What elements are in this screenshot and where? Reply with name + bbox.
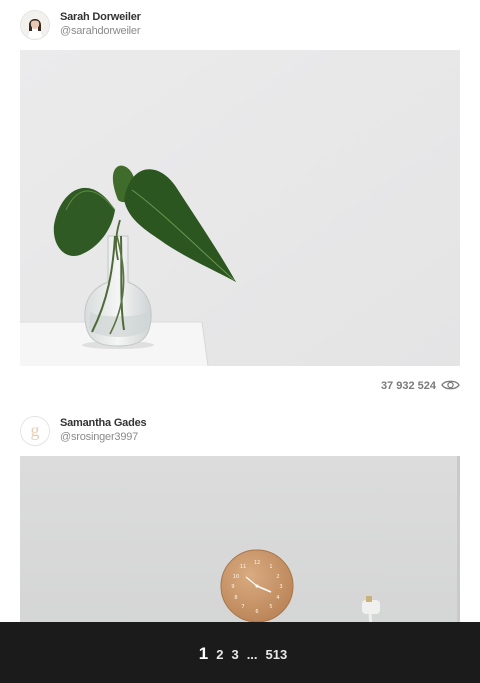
post-photo[interactable] <box>20 50 460 366</box>
svg-text:2: 2 <box>276 574 279 580</box>
avatar[interactable]: g <box>20 416 50 446</box>
pagination: 1 2 3 ... 513 <box>199 644 287 664</box>
avatar[interactable] <box>20 10 50 40</box>
svg-text:6: 6 <box>255 609 258 615</box>
svg-text:7: 7 <box>241 604 244 610</box>
svg-text:10: 10 <box>233 574 239 580</box>
author-name[interactable]: Sarah Dorweiler <box>60 11 141 23</box>
page-1-current[interactable]: 1 <box>199 644 208 664</box>
page-3-link[interactable]: 3 <box>231 647 238 662</box>
page-2-link[interactable]: 2 <box>216 647 223 662</box>
pagination-bar: 1 2 3 ... 513 <box>0 622 480 683</box>
svg-text:g: g <box>31 420 40 440</box>
view-count: 37 932 524 <box>381 378 460 394</box>
page-last-link[interactable]: 513 <box>266 647 288 662</box>
eye-icon <box>441 379 460 394</box>
svg-text:3: 3 <box>279 584 282 590</box>
svg-text:1: 1 <box>269 564 272 570</box>
svg-text:5: 5 <box>269 604 272 610</box>
svg-text:4: 4 <box>276 595 279 601</box>
post-card: Sarah Dorweiler @sarahdorweiler 37 932 5… <box>0 0 480 400</box>
svg-text:8: 8 <box>234 595 237 601</box>
svg-text:12: 12 <box>254 560 260 566</box>
author-handle[interactable]: @srosinger3997 <box>60 431 138 443</box>
author-handle[interactable]: @sarahdorweiler <box>60 25 141 37</box>
view-count-value: 37 932 524 <box>380 380 436 392</box>
pagination-ellipsis: ... <box>246 646 258 662</box>
svg-text:9: 9 <box>231 584 234 590</box>
author-name[interactable]: Samantha Gades <box>60 417 147 429</box>
svg-text:11: 11 <box>240 564 246 570</box>
